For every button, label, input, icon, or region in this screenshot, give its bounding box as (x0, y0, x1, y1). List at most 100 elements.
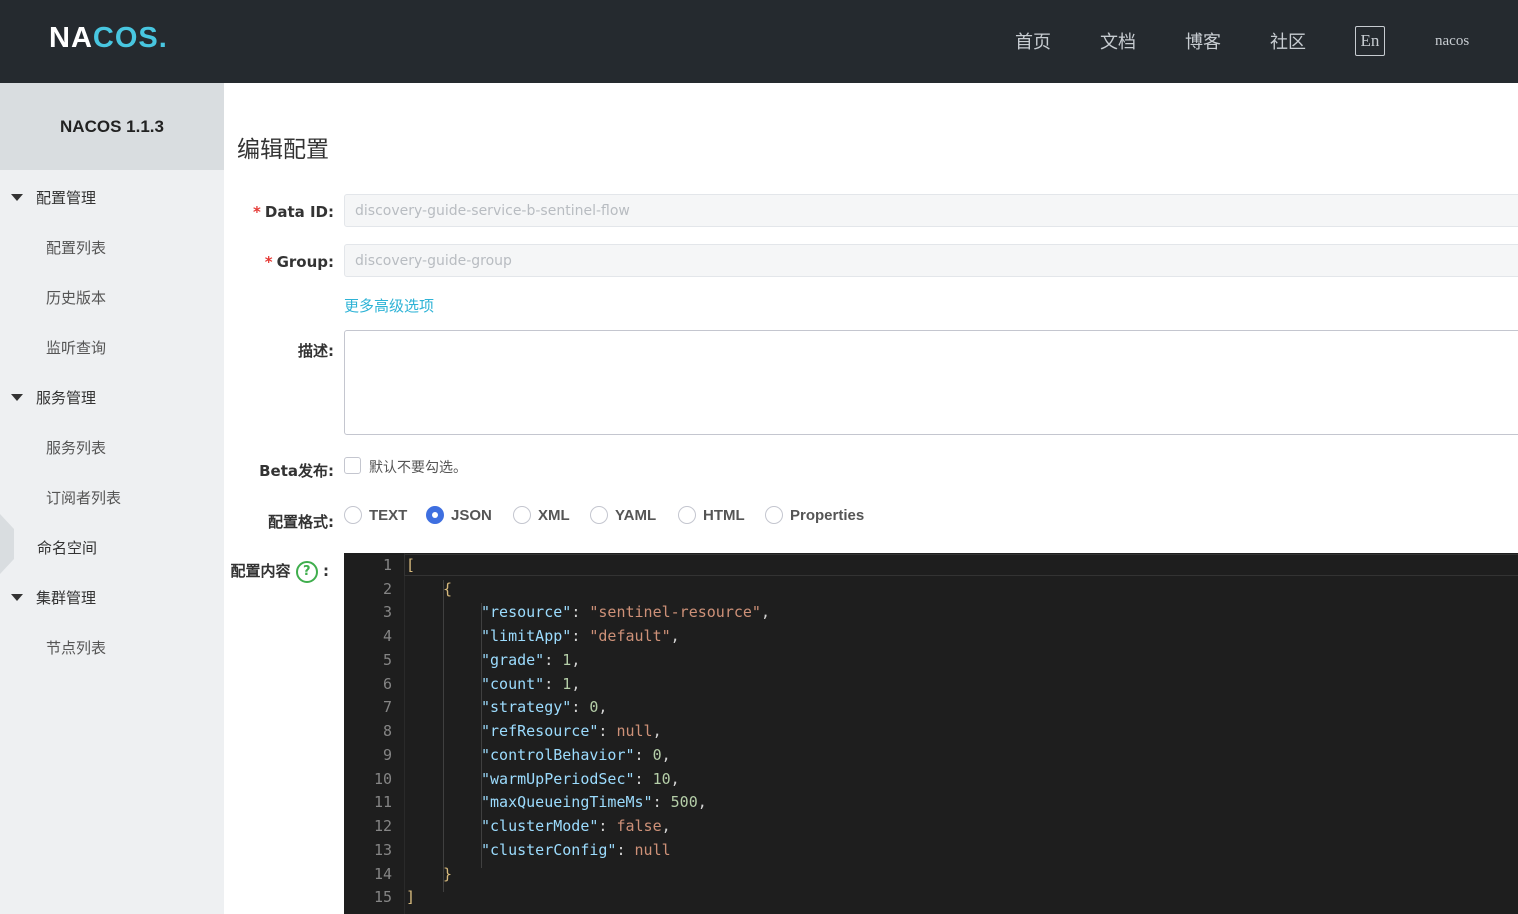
caret-down-icon (11, 194, 23, 201)
content-label: 配置内容 ? : (224, 560, 329, 583)
group-label-text: Group: (276, 253, 334, 271)
json-key: "maxQueueingTimeMs" (481, 793, 653, 811)
nav-blog[interactable]: 博客 (1185, 28, 1221, 54)
nacos-logo[interactable]: NACOS. (49, 22, 168, 55)
indent-guide (443, 580, 444, 892)
format-radio-properties[interactable]: Properties (765, 506, 864, 524)
code-token: { (443, 580, 453, 598)
format-radio-json[interactable]: JSON (426, 506, 492, 524)
content-label-text: 配置内容 (230, 562, 291, 580)
line-number: 8 (382, 722, 392, 740)
radio-label: JSON (451, 506, 492, 524)
line-number: 7 (382, 698, 392, 716)
line-number: 6 (382, 675, 392, 693)
sidebar-item-config-list[interactable]: 配置列表 (46, 237, 106, 258)
json-key: "refResource" (481, 722, 599, 740)
caret-down-icon (11, 394, 23, 401)
menu-group-config[interactable]: 配置管理 (0, 187, 224, 207)
line-number: 10 (373, 770, 392, 788)
nav-home[interactable]: 首页 (1015, 28, 1051, 54)
format-radio-text[interactable]: TEXT (344, 506, 407, 524)
logo-text-part2: COS (92, 22, 159, 54)
json-key: "warmUpPeriodSec" (481, 770, 635, 788)
menu-group-label: 集群管理 (36, 589, 97, 607)
data-id-label-text: Data ID: (264, 203, 334, 221)
beta-label: Beta发布: (259, 462, 334, 480)
nav-docs[interactable]: 文档 (1100, 28, 1136, 54)
caret-down-icon (11, 594, 23, 601)
version-title: NACOS 1.1.3 (0, 83, 224, 170)
radio-label: HTML (703, 506, 745, 524)
sidebar-item-subscriber-list[interactable]: 订阅者列表 (46, 487, 121, 508)
description-label: 描述: (298, 342, 334, 360)
help-question-icon[interactable]: ? (295, 560, 318, 583)
json-value: false (616, 817, 662, 835)
content-label-colon: : (323, 562, 329, 580)
code-token: } (443, 865, 453, 883)
beta-checkbox[interactable] (344, 457, 361, 474)
line-number: 13 (373, 841, 392, 859)
main-content: 编辑配置 * Data ID: discovery-guide-service-b… (224, 83, 1518, 914)
format-radio-xml[interactable]: XML (513, 506, 570, 524)
json-key: "clusterConfig" (481, 841, 617, 859)
sidebar-item-node-list[interactable]: 节点列表 (46, 637, 106, 658)
line-number: 9 (382, 746, 392, 764)
menu-group-service[interactable]: 服务管理 (0, 387, 224, 407)
radio-label: TEXT (369, 506, 408, 524)
json-value: 0 (652, 746, 662, 764)
required-mark: * (253, 203, 261, 221)
json-value: 1 (562, 675, 572, 693)
sidebar-item-listener-query[interactable]: 监听查询 (46, 337, 106, 358)
line-number: 4 (382, 627, 392, 645)
required-mark: * (264, 253, 273, 271)
radio-circle (765, 506, 783, 524)
format-label: 配置格式: (268, 513, 334, 531)
json-key: "grade" (481, 651, 545, 669)
json-key: "count" (481, 675, 545, 693)
logo-dot: . (158, 22, 168, 54)
format-radio-html[interactable]: HTML (678, 506, 745, 524)
format-radio-yaml[interactable]: YAML (590, 506, 656, 524)
json-value: "default" (589, 627, 671, 645)
line-number: 5 (382, 651, 392, 669)
beta-checkbox-label: 默认不要勾选。 (369, 460, 467, 476)
line-number: 11 (373, 793, 392, 811)
json-key: "resource" (481, 603, 572, 621)
radio-label: Properties (790, 506, 865, 524)
nav-community[interactable]: 社区 (1270, 28, 1306, 54)
line-number: 1 (382, 556, 392, 574)
sidebar-item-history[interactable]: 历史版本 (46, 287, 106, 308)
line-number: 3 (382, 603, 392, 621)
radio-circle (513, 506, 531, 524)
group-input[interactable]: discovery-guide-group (344, 244, 1518, 277)
code-token: ] (406, 888, 416, 906)
data-id-input[interactable]: discovery-guide-service-b-sentinel-flow (344, 194, 1518, 227)
menu-group-cluster[interactable]: 集群管理 (0, 587, 224, 607)
json-value: 500 (670, 793, 698, 811)
data-id-label: * Data ID: (224, 203, 334, 221)
language-toggle-button[interactable]: En (1355, 26, 1385, 56)
json-value: null (616, 722, 653, 740)
description-textarea[interactable] (344, 330, 1518, 435)
json-value: 10 (652, 770, 671, 788)
radio-label: YAML (615, 506, 657, 524)
menu-group-label: 配置管理 (36, 189, 97, 207)
json-key: "clusterMode" (481, 817, 599, 835)
radio-circle (426, 506, 444, 524)
sidebar-item-namespace[interactable]: 命名空间 (37, 537, 97, 558)
radio-label: XML (538, 506, 570, 524)
user-menu[interactable]: nacos (1435, 33, 1469, 50)
advanced-options-link[interactable]: 更多高级选项 (344, 295, 434, 316)
top-navbar: NACOS. 首页 文档 博客 社区 En nacos (0, 0, 1518, 83)
line-number: 2 (382, 580, 392, 598)
json-key: "limitApp" (481, 627, 572, 645)
line-number: 14 (373, 865, 392, 883)
sidebar-item-service-list[interactable]: 服务列表 (46, 437, 106, 458)
sidebar-collapse-handle[interactable] (0, 514, 14, 574)
json-value: "sentinel-resource" (589, 603, 761, 621)
code-editor[interactable]: 1[ 2{ 3 "resource": "sentinel-resource", … (344, 553, 1518, 914)
menu-group-label: 服务管理 (36, 389, 97, 407)
json-value: null (634, 841, 671, 859)
group-label: * Group: (224, 253, 334, 271)
page-title: 编辑配置 (237, 137, 329, 163)
